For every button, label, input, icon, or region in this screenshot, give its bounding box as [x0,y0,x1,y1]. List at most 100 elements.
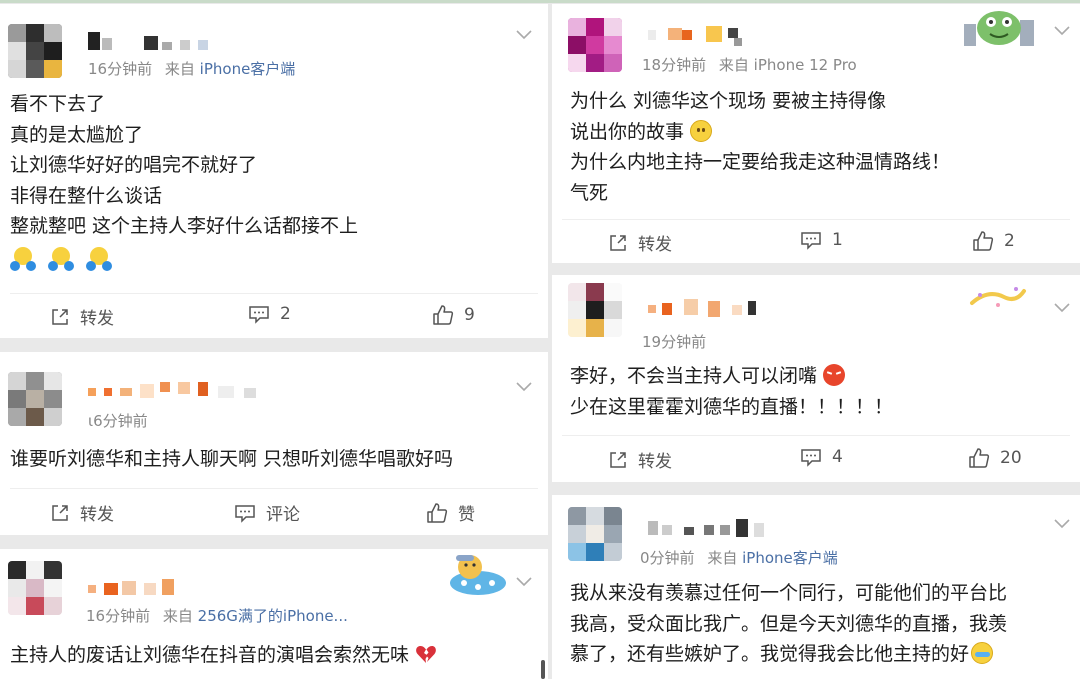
like-button[interactable]: 9 [432,304,475,326]
repost-button[interactable]: 转发 [608,230,672,255]
avatar[interactable] [8,24,62,78]
post-body: 我从来没有羡慕过任何一个同行，可能他们的平台比 我高，受众面比我广。但是今天刘德… [570,578,1007,670]
repost-button[interactable]: 转发 [608,447,672,472]
like-label: 赞 [458,505,475,525]
username-redacted[interactable] [648,299,768,321]
username-redacted[interactable] [648,24,758,46]
post-line: 整就整吧 这个主持人李好什么话都接不上 [10,215,359,237]
repost-label: 转发 [80,505,114,525]
post-line-text: 李好，不会当主持人可以闭嘴 [570,365,818,387]
comment-count: 4 [832,447,843,467]
post-line: 说出你的故事 [570,117,950,148]
chevron-down-icon[interactable] [516,30,532,40]
decorative-sparkle-icon [970,287,1026,307]
repost-label: 转发 [638,235,672,255]
post-time: 16分钟前 [88,60,153,78]
broken-heart-icon [416,646,436,663]
post-meta: 0分钟前 来自 iPhone客户端 [640,547,838,568]
post-body: 谁要听刘德华和主持人聊天啊 只想听刘德华唱歌好吗 [10,444,453,475]
post-source-prefix: 来自 [718,56,749,74]
comment-card: ι6分钟前 谁要听刘德华和主持人聊天啊 只想听刘德华唱歌好吗 转发 评论 赞 [0,352,548,535]
comment-icon [249,306,269,324]
left-feed-column: 16分钟前 来自 iPhone客户端 看不下去了 真的是太尴尬了 让刘德华好好的… [0,0,548,679]
chevron-down-icon[interactable] [516,577,532,587]
avatar[interactable] [568,18,622,72]
post-source-link[interactable]: iPhone客户端 [742,549,838,567]
thumbs-up-icon [973,231,994,251]
post-meta: ι6分钟前 [88,410,148,431]
post-source-link[interactable]: iPhone客户端 [200,60,296,78]
avatar[interactable] [8,372,62,426]
repost-button[interactable]: 转发 [50,500,114,525]
repost-label: 转发 [80,309,114,329]
thumbs-up-icon [433,305,454,325]
smile-emoji-icon [690,119,713,142]
avatar[interactable] [568,507,622,561]
repost-button[interactable]: 转发 [50,304,114,329]
username-redacted[interactable] [88,32,218,54]
post-line: 主持人的废话让刘德华在抖音的演唱会索然无味 [10,640,437,671]
post-source-link[interactable]: 256G满了的iPhone... [198,607,348,625]
divider [10,488,538,489]
post-line-text: 慕了，还有些嫉妒了。我觉得我会比他主持的好 [570,643,970,665]
post-source-prefix: 来自 [162,607,193,625]
comment-count: 1 [832,230,843,250]
comment-count: 2 [280,304,291,324]
post-line: 我从来没有羡慕过任何一个同行，可能他们的平台比 [570,582,1008,604]
like-count: 9 [464,305,475,325]
post-line-text: 说出你的故事 [570,120,685,143]
divider [562,435,1070,436]
post-line: 看不下去了 [10,93,106,115]
chevron-down-icon[interactable] [516,382,532,392]
avatar[interactable] [8,561,62,615]
share-icon [52,504,68,521]
comment-icon [801,449,821,467]
post-time: 18分钟前 [642,56,707,74]
chevron-down-icon[interactable] [1054,519,1070,529]
chevron-down-icon[interactable] [1054,26,1070,36]
like-button[interactable]: 赞 [426,500,475,525]
post-line: 少在这里霍霍刘德华的直播！！！！！ [570,395,894,418]
repost-label: 转发 [638,452,672,472]
post-source-prefix: 来自 [164,60,195,78]
angry-emoji-icon [823,364,846,386]
comment-card: 0分钟前 来自 iPhone客户端 我从来没有羡慕过任何一个同行，可能他们的平台… [552,495,1080,679]
post-line: 谁要听刘德华和主持人聊天啊 只想听刘德华唱歌好吗 [10,448,454,470]
post-meta: 19分钟前 [642,331,706,352]
post-time: 0分钟前 [640,549,695,567]
post-source-text: iPhone 12 Pro [753,56,857,74]
divider [562,219,1070,220]
comment-button[interactable]: 评论 [234,500,300,525]
comment-button[interactable]: 1 [800,230,843,250]
scrollbar[interactable] [541,660,545,679]
comment-button[interactable]: 4 [800,447,843,467]
share-icon [610,234,626,251]
post-line: 真的是太尴尬了 [10,123,144,146]
username-redacted[interactable] [88,577,188,599]
thumbs-up-icon [427,502,448,523]
comment-icon [235,504,255,523]
username-redacted[interactable] [88,380,278,402]
post-line: 为什么内地主持一定要给我走这种温情路线！ [570,151,951,173]
like-button[interactable]: 20 [968,447,1022,469]
username-redacted[interactable] [648,519,778,541]
like-count: 20 [1000,448,1022,468]
divider [10,293,538,294]
post-body: 看不下去了 真的是太尴尬了 让刘德华好好的唱完不就好了 非得在整什么谈话 整就整… [10,89,358,272]
post-line: 气死 [570,181,609,204]
post-line: 非得在整什么谈话 [10,184,163,207]
comment-button[interactable]: 2 [248,304,291,324]
avatar[interactable] [568,283,622,337]
post-time: 19分钟前 [642,333,707,351]
post-line-text: 主持人的废话让刘德华在抖音的演唱会索然无味 [10,644,410,666]
hug-emoji-icon [48,246,75,271]
post-body: 李好，不会当主持人可以闭嘴 少在这里霍霍刘德华的直播！！！！！ [570,361,893,422]
chevron-down-icon[interactable] [1054,303,1070,313]
like-button[interactable]: 2 [972,230,1015,252]
post-line: 慕了，还有些嫉妒了。我觉得我会比他主持的好 [570,639,1007,670]
post-meta: 16分钟前 来自 iPhone客户端 [88,58,295,79]
post-line: 为什么 刘德华这个现场 要被主持得像 [570,90,887,112]
comment-card: 18分钟前 来自 iPhone 12 Pro 为什么 刘德华这个现场 要被主持得… [552,4,1080,263]
hug-emoji-icon [86,246,113,271]
hug-emoji-icon [10,246,36,271]
